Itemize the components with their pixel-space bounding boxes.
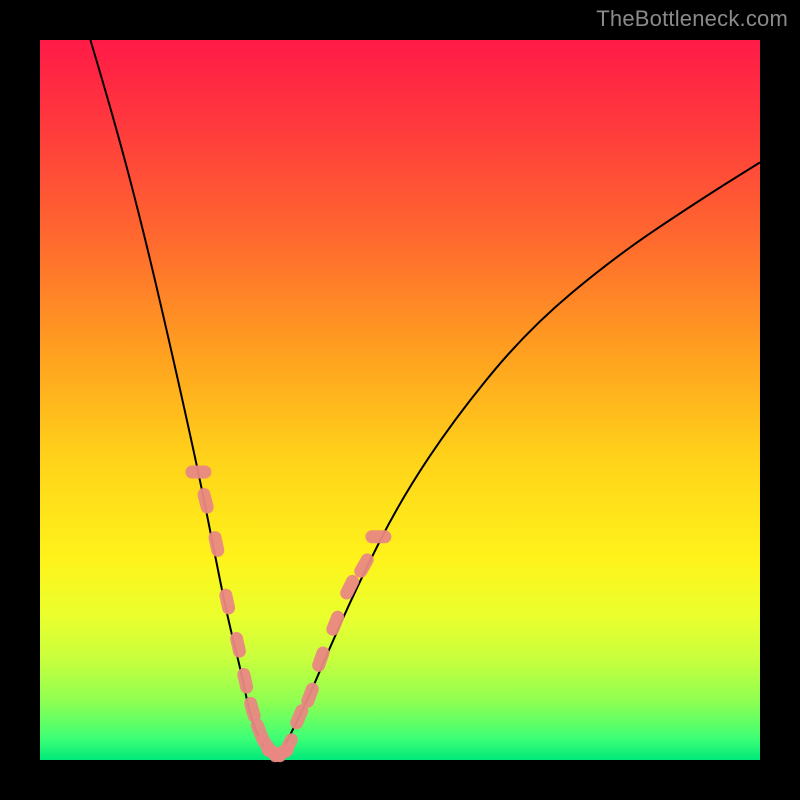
highlight-marker [196, 487, 215, 515]
curve-layer [40, 40, 760, 760]
highlight-marker [365, 530, 391, 543]
highlight-marker [229, 631, 247, 659]
highlight-marker [185, 466, 211, 479]
plot-area [40, 40, 760, 760]
highlight-marker [207, 530, 225, 558]
highlight-marker [236, 667, 254, 695]
watermark-text: TheBottleneck.com [596, 6, 788, 32]
highlight-marker [310, 645, 331, 674]
highlight-markers [185, 466, 391, 765]
bottleneck-curve [90, 40, 760, 753]
highlight-marker [324, 609, 346, 638]
highlight-marker [218, 588, 236, 616]
chart-frame: TheBottleneck.com [0, 0, 800, 800]
